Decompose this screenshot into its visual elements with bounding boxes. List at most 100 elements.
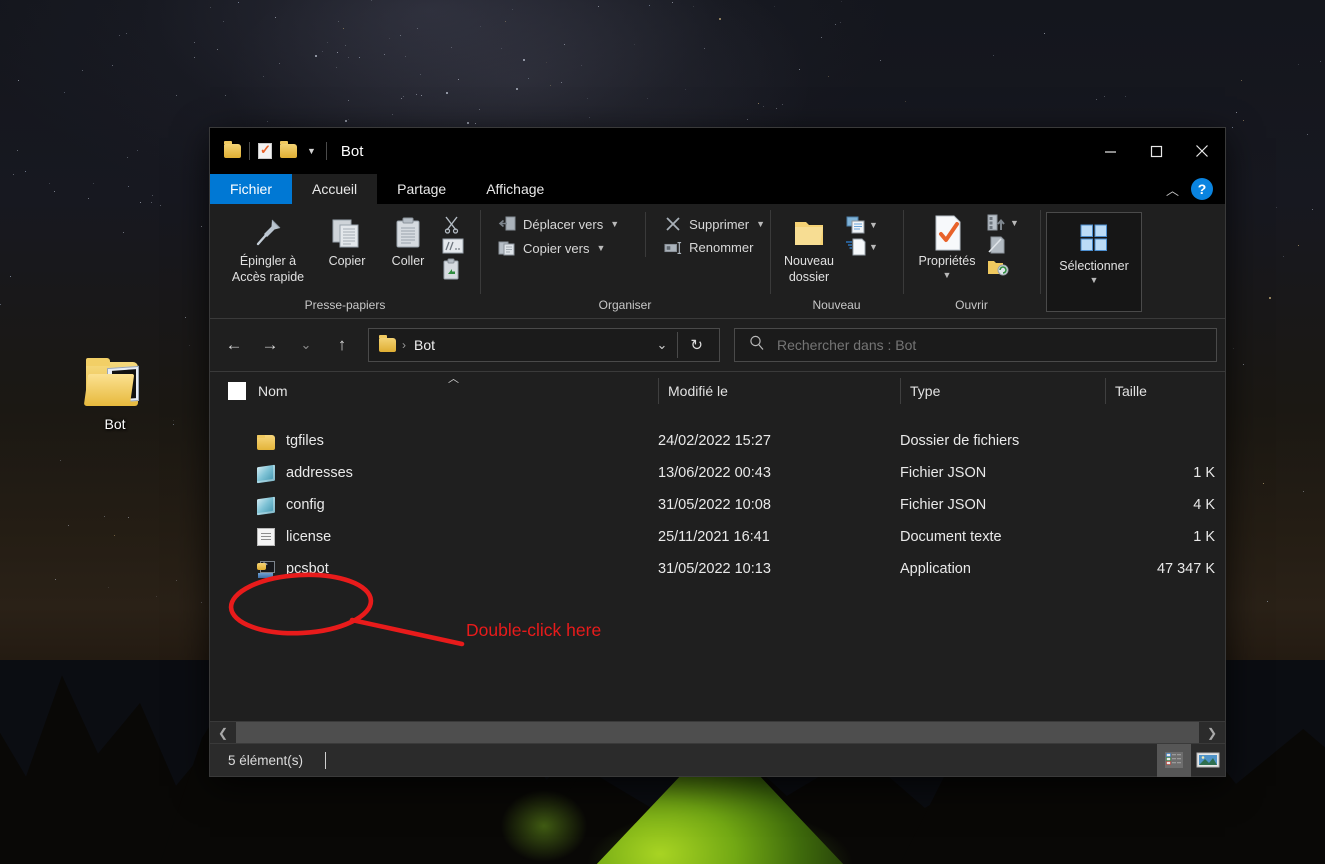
chevron-down-icon[interactable]: ▼ bbox=[869, 220, 878, 230]
chevron-down-icon[interactable]: ▼ bbox=[610, 219, 619, 229]
scroll-left-arrow-icon[interactable]: ❮ bbox=[210, 722, 236, 744]
table-row[interactable]: config 31/05/2022 10:08 Fichier JSON 4 K bbox=[210, 489, 1225, 521]
desktop-icon-bot[interactable]: Bot bbox=[72, 358, 158, 432]
tab-accueil[interactable]: Accueil bbox=[292, 174, 378, 204]
file-name-cell[interactable]: license bbox=[210, 528, 658, 546]
move-to-label: Déplacer vers bbox=[523, 216, 604, 232]
horizontal-scrollbar[interactable]: ❮ ❯ bbox=[210, 721, 1225, 744]
new-folder-icon[interactable] bbox=[280, 141, 297, 158]
file-list[interactable]: tgfiles 24/02/2022 15:27 Dossier de fich… bbox=[210, 409, 1225, 721]
refresh-icon[interactable]: ↻ bbox=[678, 336, 715, 354]
maximize-icon[interactable] bbox=[1133, 128, 1179, 174]
file-size: 4 K bbox=[1193, 497, 1215, 513]
ribbon-tabs[interactable]: Fichier Accueil Partage Affichage ︿ ? bbox=[210, 174, 1225, 204]
select-all-checkbox[interactable] bbox=[228, 381, 246, 400]
edit-button[interactable] bbox=[987, 236, 1019, 254]
file-name: config bbox=[286, 497, 325, 513]
file-name-cell[interactable]: config bbox=[210, 496, 658, 515]
chevron-down-icon[interactable]: ▼ bbox=[1010, 218, 1019, 228]
cut-scissors-icon bbox=[444, 216, 459, 234]
paste-button[interactable]: Coller bbox=[378, 212, 438, 270]
chevron-down-icon[interactable]: ▼ bbox=[869, 242, 878, 252]
details-view-icon[interactable] bbox=[1157, 743, 1191, 777]
cut-button[interactable] bbox=[442, 214, 464, 234]
select-button[interactable]: Sélectionner ▼ bbox=[1048, 217, 1140, 286]
copy-to-label: Copier vers bbox=[523, 240, 590, 256]
search-box[interactable] bbox=[734, 328, 1217, 362]
scrollbar-thumb[interactable] bbox=[236, 721, 1199, 744]
tab-fichier[interactable]: Fichier bbox=[210, 174, 293, 204]
search-input[interactable] bbox=[777, 337, 1202, 353]
ribbon-right-controls[interactable]: ︿ ? bbox=[1166, 174, 1225, 204]
chevron-down-icon[interactable]: ▼ bbox=[305, 146, 318, 156]
title-bar[interactable]: ▼ Bot bbox=[210, 128, 1225, 174]
file-size: 1 K bbox=[1193, 529, 1215, 545]
close-icon[interactable] bbox=[1179, 128, 1225, 174]
file-modified: 24/02/2022 15:27 bbox=[658, 433, 771, 449]
column-header-size[interactable]: Taille bbox=[1105, 372, 1225, 410]
pin-to-quick-access-button[interactable]: Épingler à Accès rapide bbox=[220, 212, 316, 285]
properties-check-icon[interactable] bbox=[258, 142, 272, 159]
help-icon[interactable]: ? bbox=[1191, 178, 1213, 200]
folder-icon[interactable] bbox=[224, 141, 241, 158]
copy-to-button[interactable]: Copier vers ▼ bbox=[494, 238, 623, 258]
chevron-down-icon[interactable]: ▼ bbox=[1090, 275, 1099, 286]
file-name-cell[interactable]: pcsbot bbox=[210, 560, 658, 578]
delete-button[interactable]: Supprimer ▼ bbox=[660, 214, 769, 234]
new-folder-button[interactable]: Nouveau dossier bbox=[776, 212, 842, 285]
group-title-clipboard: Presse-papiers bbox=[304, 298, 386, 312]
paste-icon bbox=[393, 212, 423, 254]
divider bbox=[249, 142, 250, 160]
file-name-cell[interactable]: tgfiles bbox=[210, 433, 658, 450]
scroll-right-arrow-icon[interactable]: ❯ bbox=[1199, 722, 1225, 744]
window-controls[interactable] bbox=[1087, 128, 1225, 174]
table-row[interactable]: tgfiles 24/02/2022 15:27 Dossier de fich… bbox=[210, 425, 1225, 457]
item-count-label: 5 élément(s) bbox=[228, 752, 304, 768]
move-to-button[interactable]: Déplacer vers ▼ bbox=[494, 214, 623, 234]
history-button[interactable] bbox=[987, 258, 1019, 276]
back-arrow-icon[interactable]: ← bbox=[218, 329, 250, 361]
file-name-cell[interactable]: addresses bbox=[210, 464, 658, 483]
chevron-down-icon[interactable]: ⌄ bbox=[647, 337, 678, 353]
copy-path-button[interactable] bbox=[442, 238, 464, 254]
folder-icon bbox=[257, 434, 275, 450]
chevron-up-icon[interactable]: ︿ bbox=[1166, 180, 1179, 199]
ribbon-group-organize: Déplacer vers ▼ Copier vers ▼ Supprimer … bbox=[480, 204, 770, 318]
large-icons-view-icon[interactable] bbox=[1191, 744, 1225, 777]
chevron-down-icon[interactable]: ▼ bbox=[943, 270, 952, 281]
table-row[interactable]: addresses 13/06/2022 00:43 Fichier JSON … bbox=[210, 457, 1225, 489]
tab-partage[interactable]: Partage bbox=[377, 174, 466, 204]
history-icon bbox=[988, 261, 1009, 276]
delete-label: Supprimer bbox=[689, 216, 750, 232]
up-arrow-icon[interactable]: ↑ bbox=[326, 329, 358, 361]
copy-button[interactable]: Copier bbox=[316, 212, 378, 270]
column-header-modified[interactable]: Modifié le bbox=[658, 372, 900, 410]
file-type: Dossier de fichiers bbox=[900, 433, 1020, 449]
ribbon-group-select: Sélectionner ▼ bbox=[1040, 204, 1148, 318]
chevron-down-icon[interactable]: ▼ bbox=[596, 243, 605, 253]
column-header-type[interactable]: Type bbox=[900, 372, 1105, 410]
table-row[interactable]: license 25/11/2021 16:41 Document texte … bbox=[210, 521, 1225, 553]
view-mode-buttons[interactable] bbox=[1157, 743, 1225, 777]
file-modified: 31/05/2022 10:08 bbox=[658, 497, 771, 513]
chevron-down-icon[interactable]: ▼ bbox=[756, 219, 765, 229]
table-row[interactable]: pcsbot 31/05/2022 10:13 Application 47 3… bbox=[210, 553, 1225, 585]
paste-shortcut-button[interactable] bbox=[442, 258, 464, 280]
quick-access-toolbar[interactable]: ▼ bbox=[210, 141, 327, 160]
minimize-icon[interactable] bbox=[1087, 128, 1133, 174]
forward-arrow-icon[interactable]: → bbox=[254, 329, 286, 361]
easy-access-icon bbox=[846, 238, 866, 256]
tab-affichage[interactable]: Affichage bbox=[466, 174, 564, 204]
column-headers: ︿ Nom Modifié le Type Taille bbox=[210, 371, 1225, 409]
open-button[interactable]: ▼ bbox=[987, 214, 1019, 232]
address-path-input[interactable]: › Bot ⌄ ↻ bbox=[368, 328, 720, 362]
properties-button[interactable]: Propriétés ▼ bbox=[911, 212, 983, 281]
recent-locations-chevron-down-icon[interactable]: ⌄ bbox=[290, 329, 322, 361]
new-item-button[interactable]: ▼ bbox=[846, 216, 878, 234]
file-modified: 31/05/2022 10:13 bbox=[658, 561, 771, 577]
column-header-name[interactable]: Nom bbox=[210, 372, 658, 410]
rename-button[interactable]: Renommer bbox=[660, 238, 769, 257]
select-grid-icon bbox=[1080, 217, 1108, 259]
file-size: 1 K bbox=[1193, 465, 1215, 481]
easy-access-button[interactable]: ▼ bbox=[846, 238, 878, 256]
